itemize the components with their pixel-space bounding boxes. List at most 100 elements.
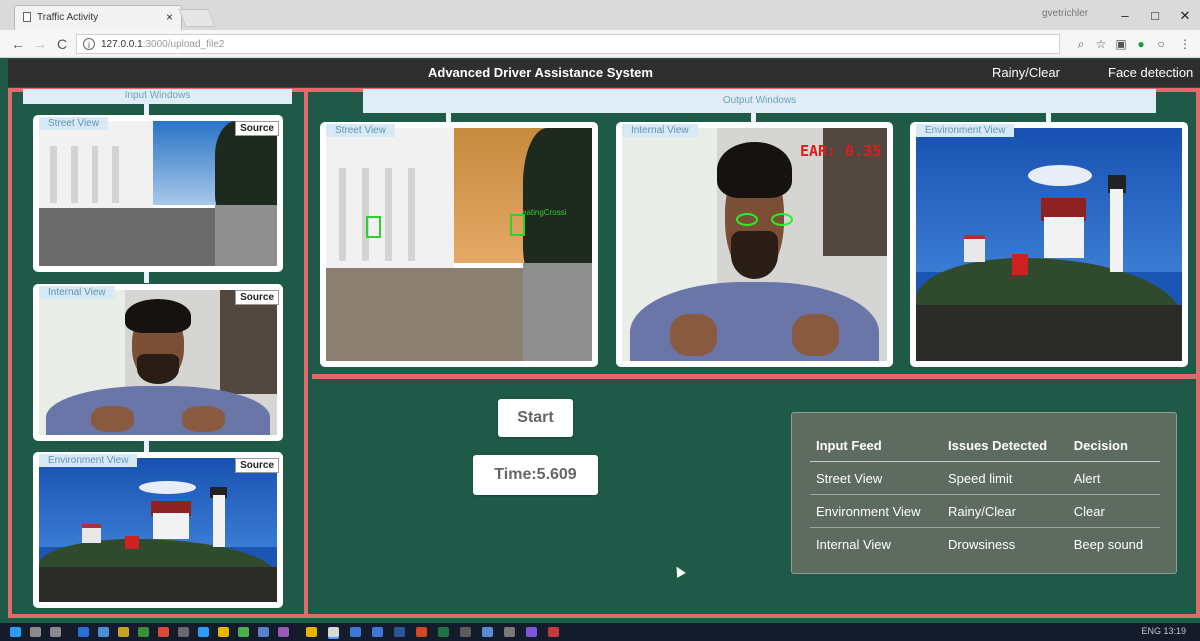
column-header: Decision — [1067, 429, 1160, 462]
connector — [144, 440, 149, 452]
eye-detection — [736, 213, 758, 226]
task-view-icon[interactable] — [50, 627, 61, 637]
input-internal-card: Internal View Source — [33, 284, 283, 441]
close-window-button[interactable]: ✕ — [1170, 6, 1200, 26]
maximize-button[interactable]: □ — [1140, 6, 1170, 26]
output-environment-card: Environment View — [910, 122, 1188, 367]
input-environment-card: Environment View Source — [33, 452, 283, 608]
start-button[interactable]: Start — [498, 399, 573, 437]
app-icon[interactable] — [98, 627, 109, 637]
table-cell: Environment View — [810, 494, 943, 528]
app-icon[interactable] — [178, 627, 189, 637]
excel-icon[interactable] — [438, 627, 449, 637]
app-icon[interactable] — [372, 627, 383, 637]
new-tab-button[interactable] — [178, 9, 216, 27]
back-button[interactable]: ← — [8, 35, 28, 53]
nav-rainy-clear[interactable]: Rainy/Clear — [992, 65, 1060, 80]
connector — [144, 271, 149, 283]
app-icon[interactable] — [504, 627, 515, 637]
table-cell: Beep sound — [1073, 536, 1144, 552]
search-icon[interactable]: ⌕ — [1074, 37, 1088, 51]
powerpoint-icon[interactable] — [416, 627, 427, 637]
table-cell: Clear — [1067, 494, 1160, 528]
os-taskbar: ENG 13:19 — [0, 623, 1200, 641]
card-label: Environment View — [39, 454, 138, 467]
app-icon[interactable] — [158, 627, 169, 637]
detection-box — [366, 216, 381, 238]
table-cell: Drowsiness — [948, 536, 1016, 552]
card-label: Internal View — [622, 124, 698, 137]
edge-icon[interactable] — [78, 627, 89, 637]
system-tray[interactable]: ENG 13:19 — [1141, 626, 1186, 636]
url-path: :3000/upload_file2 — [142, 39, 225, 50]
app-header: Advanced Driver Assistance System Rainy/… — [8, 59, 1200, 87]
url-host: 127.0.0.1 — [101, 39, 143, 50]
menu-icon[interactable]: ⋮ — [1178, 37, 1192, 51]
column-header: Issues Detected — [942, 429, 1068, 462]
app-icon[interactable] — [198, 627, 209, 637]
table-row: Street View Speed limit Alert — [810, 461, 1160, 495]
output-windows-header: Output Windows — [363, 89, 1156, 113]
url-input[interactable]: i 127.0.0.1:3000/upload_file2 — [76, 34, 1060, 54]
input-street-card: Street View Source — [33, 115, 283, 272]
card-label: Internal View — [39, 286, 115, 299]
card-label: Street View — [39, 117, 108, 130]
time-readout: Time:5.609 — [473, 455, 598, 495]
profile-name[interactable]: gvetrichler — [1042, 8, 1102, 24]
chrome-icon[interactable] — [328, 627, 339, 637]
table-header-row: Input Feed Issues Detected Decision — [810, 429, 1160, 462]
processed-internal-image: EAR: 0.35 — [622, 128, 887, 361]
card-label: Street View — [326, 124, 395, 137]
source-button[interactable]: Source — [235, 121, 279, 136]
page-icon — [23, 12, 31, 22]
table-cell: Rainy/Clear — [942, 494, 1068, 528]
address-bar: ← → C i 127.0.0.1:3000/upload_file2 ⌕ ☆ … — [0, 30, 1200, 58]
table-row: Environment View Rainy/Clear Clear — [810, 494, 1160, 528]
source-button[interactable]: Source — [235, 458, 279, 473]
app-icon[interactable] — [138, 627, 149, 637]
source-button[interactable]: Source — [235, 290, 279, 305]
browser-tab[interactable]: Traffic Activity × — [14, 5, 182, 30]
forward-button[interactable]: → — [30, 35, 50, 53]
word-icon[interactable] — [394, 627, 405, 637]
output-internal-card: EAR: 0.35 Internal View — [616, 122, 893, 367]
nav-face-detection[interactable]: Face detection — [1108, 65, 1193, 80]
folder-icon[interactable] — [118, 627, 129, 637]
extension-2-icon[interactable]: ○ — [1154, 37, 1168, 51]
info-icon[interactable]: i — [83, 38, 95, 50]
output-street-card: eatingCrossi Street View — [320, 122, 598, 367]
input-windows-header: Input Windows — [23, 89, 292, 104]
app-icon[interactable] — [548, 627, 559, 637]
detection-box — [510, 214, 525, 236]
minimize-button[interactable]: – — [1110, 6, 1140, 26]
app-icon[interactable] — [460, 627, 471, 637]
search-taskbar-icon[interactable] — [30, 627, 41, 637]
app-icon[interactable] — [238, 627, 249, 637]
cast-icon[interactable]: ▣ — [1114, 37, 1128, 51]
issues-table: Input Feed Issues Detected Decision Stre… — [810, 429, 1160, 560]
extension-icon[interactable]: ● — [1134, 37, 1148, 51]
close-tab-icon[interactable]: × — [166, 10, 173, 24]
processed-street-image: eatingCrossi — [326, 128, 592, 361]
eye-detection — [771, 213, 793, 226]
detection-label: eatingCrossi — [522, 208, 567, 217]
visual-studio-icon[interactable] — [526, 627, 537, 637]
card-label: Environment View — [916, 124, 1015, 137]
divider — [312, 374, 1196, 379]
star-icon[interactable]: ☆ — [1094, 37, 1108, 51]
app-icon[interactable] — [278, 627, 289, 637]
app-icon[interactable] — [258, 627, 269, 637]
tab-title: Traffic Activity — [37, 12, 99, 23]
app-icon[interactable] — [306, 627, 317, 637]
reload-button[interactable]: C — [52, 35, 72, 53]
table-cell: Alert — [1067, 461, 1160, 495]
start-menu-icon[interactable] — [10, 627, 21, 637]
app-icon[interactable] — [218, 627, 229, 637]
street-image — [39, 121, 277, 266]
internal-image — [39, 290, 277, 435]
app-icon[interactable] — [350, 627, 361, 637]
table-cell: Internal View — [816, 536, 891, 552]
app-icon[interactable] — [482, 627, 493, 637]
table-row: Internal View Drowsiness Beep sound — [810, 528, 1160, 561]
browser-tab-bar: Traffic Activity × gvetrichler – □ ✕ — [0, 0, 1200, 30]
